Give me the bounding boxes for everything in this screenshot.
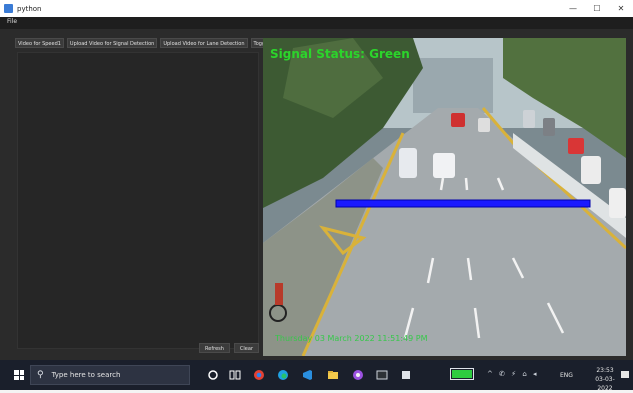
- vscode-icon[interactable]: [301, 369, 313, 381]
- close-button[interactable]: ✕: [609, 0, 633, 17]
- edge-icon[interactable]: [277, 369, 289, 381]
- road-scene: [263, 38, 626, 356]
- search-icon: ⚲: [37, 370, 44, 380]
- title-bar: python — ☐ ✕: [0, 0, 633, 17]
- signal-status-text: Signal Status: Green: [270, 47, 410, 61]
- battery-fill: [452, 370, 472, 378]
- clock-time: 23:53: [596, 367, 614, 374]
- panel-actions: Refresh Clear: [199, 343, 259, 353]
- taskbar: ⚲ Type here to search ^ ✆ ⚡ ⌂ ◂ ENG 23:5…: [0, 360, 633, 393]
- refresh-button[interactable]: Refresh: [199, 343, 230, 353]
- clock-date: 03-03-2022: [595, 376, 615, 392]
- window-title: python: [17, 4, 42, 13]
- video-timestamp: Thursday 03 March 2022 11:51:49 PM: [275, 334, 428, 343]
- search-placeholder: Type here to search: [51, 371, 121, 379]
- task-view-icon[interactable]: [229, 369, 241, 381]
- app-icon[interactable]: [400, 369, 412, 381]
- chrome-icon[interactable]: [253, 369, 265, 381]
- clock[interactable]: 23:53 03-03-2022: [588, 366, 622, 393]
- minimize-button[interactable]: —: [561, 0, 585, 17]
- distant-buildings: [413, 58, 493, 113]
- windows-start-icon[interactable]: [14, 370, 24, 380]
- chrome-profile-icon[interactable]: [352, 369, 364, 381]
- cortana-icon[interactable]: [207, 369, 219, 381]
- video-for-speed-button[interactable]: Video for Speed1: [15, 38, 64, 48]
- terminal-icon[interactable]: [376, 369, 388, 381]
- upload-lane-video-button[interactable]: Upload Video for Lane Detection: [160, 38, 248, 48]
- left-panel: Video for Speed1 Upload Video for Signal…: [11, 38, 290, 357]
- toolbar: Video for Speed1 Upload Video for Signal…: [15, 38, 290, 48]
- maximize-button[interactable]: ☐: [585, 0, 609, 17]
- file-explorer-icon[interactable]: [327, 369, 339, 381]
- upload-signal-video-button[interactable]: Upload Video for Signal Detection: [66, 38, 158, 48]
- app-area: Video for Speed1 Upload Video for Signal…: [0, 29, 633, 360]
- window-controls: — ☐ ✕: [561, 0, 633, 17]
- output-area[interactable]: [17, 52, 259, 349]
- detection-line: [335, 199, 591, 208]
- clear-button[interactable]: Clear: [233, 343, 259, 353]
- language-indicator[interactable]: ENG: [560, 372, 573, 379]
- video-frame: Signal Status: Green Thursday 03 March 2…: [263, 38, 626, 356]
- battery-icon[interactable]: [450, 368, 474, 380]
- notification-icon[interactable]: [620, 370, 630, 380]
- menu-file[interactable]: File: [7, 18, 17, 25]
- taskbar-search[interactable]: ⚲ Type here to search: [30, 365, 190, 385]
- system-tray-icons[interactable]: ^ ✆ ⚡ ⌂ ◂: [487, 370, 539, 378]
- menu-bar: File: [0, 17, 633, 29]
- python-app-icon: [4, 4, 13, 13]
